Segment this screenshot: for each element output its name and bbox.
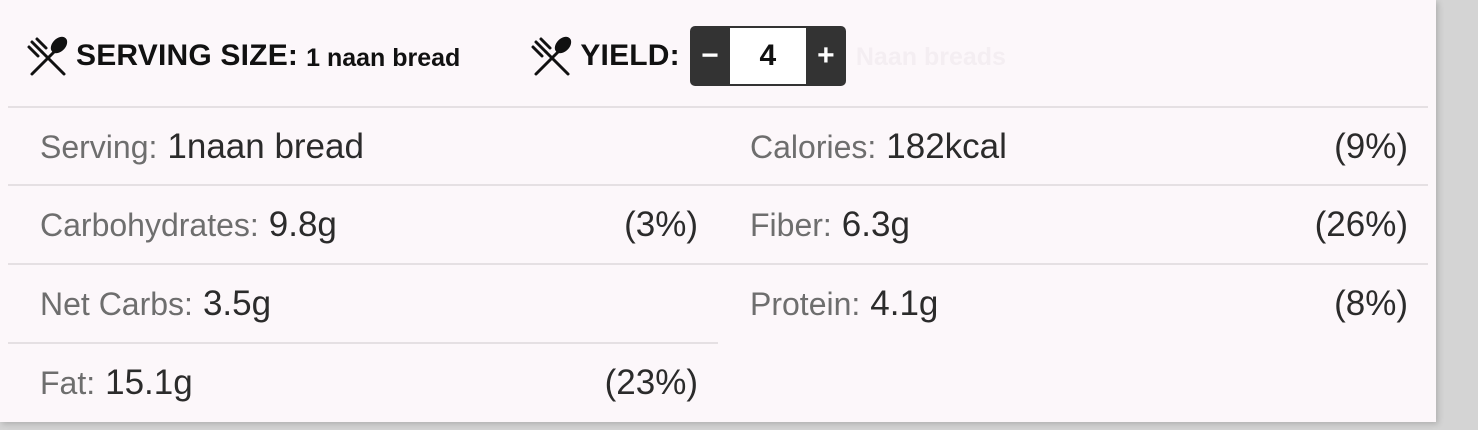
nutrition-protein: Protein: 4.1g (8%) — [750, 265, 1428, 343]
nutrition-fat: Fat: 15.1g (23%) — [40, 344, 718, 422]
nutrient-percent: (26%) — [1314, 205, 1408, 244]
nutrient-value: 6.3g — [841, 205, 910, 244]
nutrient-value: 1naan bread — [167, 127, 364, 166]
yield-label: YIELD: — [580, 39, 680, 72]
recipe-header: SERVING SIZE: 1 naan bread YIELD: − 4 + … — [26, 26, 1006, 86]
nutrition-card: SERVING SIZE: 1 naan bread YIELD: − 4 + … — [0, 0, 1436, 422]
serving-size-value: 1 naan bread — [306, 43, 461, 72]
nutrient-percent: (9%) — [1334, 127, 1408, 166]
nutrient-percent: (23%) — [604, 363, 698, 402]
serving-size: SERVING SIZE: 1 naan bread — [26, 34, 460, 78]
nutrition-calories: Calories: 182kcal (9%) — [750, 108, 1428, 186]
yield-increment-button[interactable]: + — [806, 26, 846, 86]
nutrient-label: Protein: — [750, 285, 861, 322]
nutrient-label: Serving: — [40, 128, 158, 165]
nutrient-label: Net Carbs: — [40, 285, 193, 322]
nutrition-serving: Serving: 1naan bread — [40, 108, 718, 186]
nutrient-percent: (3%) — [624, 205, 698, 244]
nutrient-value: 9.8g — [268, 205, 337, 244]
nutrient-label: Fiber: — [750, 206, 832, 243]
nutrient-label: Calories: — [750, 128, 877, 165]
nutrient-value: 15.1g — [105, 363, 193, 402]
nutrient-value: 3.5g — [202, 284, 272, 323]
fork-spoon-icon — [26, 34, 70, 78]
yield: YIELD: − 4 + Naan breads — [530, 26, 1006, 86]
nutrient-label: Fat: — [40, 364, 96, 401]
yield-decrement-button[interactable]: − — [690, 26, 730, 86]
nutrient-value: 4.1g — [870, 284, 939, 323]
nutrient-percent: (8%) — [1334, 284, 1408, 323]
nutrition-fiber: Fiber: 6.3g (26%) — [750, 186, 1428, 264]
nutrition-carbohydrates: Carbohydrates: 9.8g (3%) — [40, 186, 718, 264]
yield-stepper: − 4 + — [689, 26, 846, 86]
yield-input[interactable]: 4 — [729, 28, 806, 84]
serving-size-label: SERVING SIZE: — [76, 39, 299, 72]
fork-spoon-icon — [530, 34, 574, 78]
nutrition-net-carbs: Net Carbs: 3.5g — [40, 265, 718, 343]
nutrient-label: Carbohydrates: — [40, 206, 259, 243]
yield-unit: Naan breads — [855, 42, 1006, 71]
nutrient-value: 182kcal — [886, 127, 1007, 166]
